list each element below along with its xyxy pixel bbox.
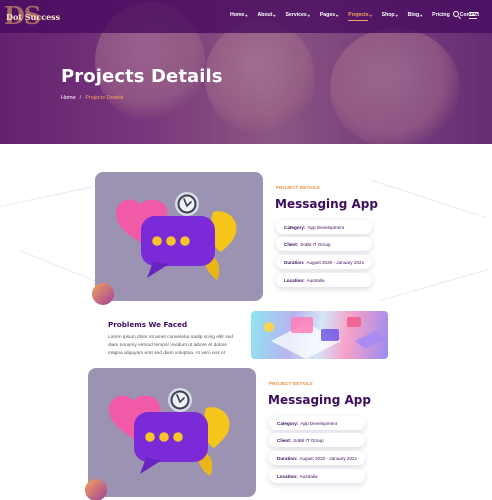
detail-key: Location: — [277, 473, 298, 479]
chat-bubble-illustration — [109, 388, 230, 476]
nav-shop[interactable]: Shop ▾ — [382, 12, 398, 18]
chevron-down-icon: ▾ — [369, 12, 372, 18]
hero-banner: DS Dot Success Home ▾ About ▾ Services ▾ Pa… — [0, 0, 492, 144]
nav-label: Home — [230, 12, 245, 18]
breadcrumb-separator: / — [79, 95, 82, 101]
detail-value: SoBit IT Group — [293, 437, 324, 443]
nav-label: Services — [285, 12, 307, 18]
chevron-down-icon: ▾ — [420, 12, 423, 18]
project-title: Messaging App — [275, 197, 378, 211]
detail-client: Client: SoBit IT Group — [269, 433, 365, 447]
detail-key: Duration: — [277, 455, 298, 461]
nav-blog[interactable]: Blog ▾ — [408, 12, 423, 18]
search-icon[interactable] — [453, 11, 461, 19]
decorative-gradient-dot — [85, 479, 107, 500]
detail-value: App Development — [307, 224, 344, 230]
nav-pages[interactable]: Pages ▾ — [320, 12, 338, 18]
project-image — [88, 368, 256, 497]
nav-label: Pricing — [432, 12, 450, 18]
problems-heading: Problems We Faced — [108, 320, 188, 329]
nav-label: Blog — [407, 12, 420, 18]
detail-key: Duration: — [284, 259, 305, 265]
breadcrumb: Home / Projects Details — [61, 95, 123, 101]
detail-key: Client: — [277, 437, 292, 443]
decorative-line — [371, 180, 487, 219]
menu-icon[interactable] — [469, 11, 478, 19]
project-image — [95, 172, 263, 301]
chevron-down-icon: ▾ — [307, 12, 310, 18]
nav-projects[interactable]: Projects ▾ — [348, 12, 372, 21]
detail-value: Australia — [306, 277, 325, 283]
nav-label: Shop — [381, 12, 395, 18]
detail-value: SoBit IT Group — [300, 241, 331, 247]
chat-bubble-illustration — [116, 192, 237, 280]
detail-key: Client: — [284, 241, 299, 247]
nav-about[interactable]: About ▾ — [257, 12, 275, 18]
nav-icons — [453, 11, 478, 19]
decorative-line — [0, 183, 108, 207]
detail-key: Location: — [284, 277, 305, 283]
isometric-illustration — [264, 317, 385, 359]
paragraph-line: magna aliquyam erat sed diam voluptua. A… — [108, 351, 226, 356]
detail-value: Australia — [299, 473, 318, 479]
project-title: Messaging App — [268, 393, 371, 407]
project-label: PROJECT DETAILS — [276, 185, 320, 190]
detail-category: Category: App Development — [269, 416, 365, 430]
detail-duration: Duration: August 2020 - January 2021 — [269, 451, 365, 465]
decorative-line — [379, 269, 488, 301]
detail-client: Client: SoBit IT Group — [276, 237, 372, 251]
breadcrumb-home[interactable]: Home — [61, 95, 76, 101]
project-label: PROJECT DETAILS — [269, 381, 313, 386]
paragraph-line: Lorem ipsum dolor sit amet consetetur sa… — [108, 335, 234, 340]
chevron-down-icon: ▾ — [336, 12, 339, 18]
detail-key: Category: — [284, 224, 306, 230]
detail-value: App Development — [300, 420, 337, 426]
nav-services[interactable]: Services ▾ — [285, 12, 309, 18]
page-title: Projects Details — [61, 66, 223, 87]
breadcrumb-current: Projects Details — [85, 95, 124, 101]
page: DS Dot Success Home ▾ About ▾ Services ▾ Pa… — [0, 0, 492, 500]
nav-label: About — [257, 12, 273, 18]
nav-pricing[interactable]: Pricing — [432, 12, 450, 18]
top-navigation: DS Dot Success Home ▾ About ▾ Services ▾ Pa… — [0, 0, 492, 33]
detail-value: August 2020 - January 2021 — [306, 259, 365, 265]
nav-label: Projects — [348, 12, 369, 18]
detail-location: Location: Australia — [276, 273, 372, 287]
nav-label: Pages — [319, 12, 336, 18]
nav-home[interactable]: Home ▾ — [230, 12, 247, 18]
detail-value: August 2020 - January 2021 — [299, 455, 358, 461]
detail-location: Location: Australia — [269, 469, 365, 483]
brand-logo[interactable]: DS Dot Success — [4, 1, 60, 30]
paragraph-line: diam nonumy eirmod tempor invidunt ut la… — [108, 343, 227, 348]
problems-image — [251, 311, 388, 359]
detail-key: Category: — [277, 420, 299, 426]
logo-text: Dot Success — [6, 12, 61, 22]
detail-category: Category: App Development — [276, 220, 372, 234]
detail-duration: Duration: August 2020 - January 2021 — [276, 255, 372, 269]
chevron-down-icon: ▾ — [273, 12, 276, 18]
chevron-down-icon: ▾ — [245, 12, 248, 18]
main-menu: Home ▾ About ▾ Services ▾ Pages ▾ Projects ▾ … — [230, 12, 489, 21]
problems-text: Lorem ipsum dolor sit amet consetetur sa… — [108, 334, 240, 358]
decorative-gradient-dot — [92, 283, 114, 305]
chevron-down-icon: ▾ — [395, 12, 398, 18]
